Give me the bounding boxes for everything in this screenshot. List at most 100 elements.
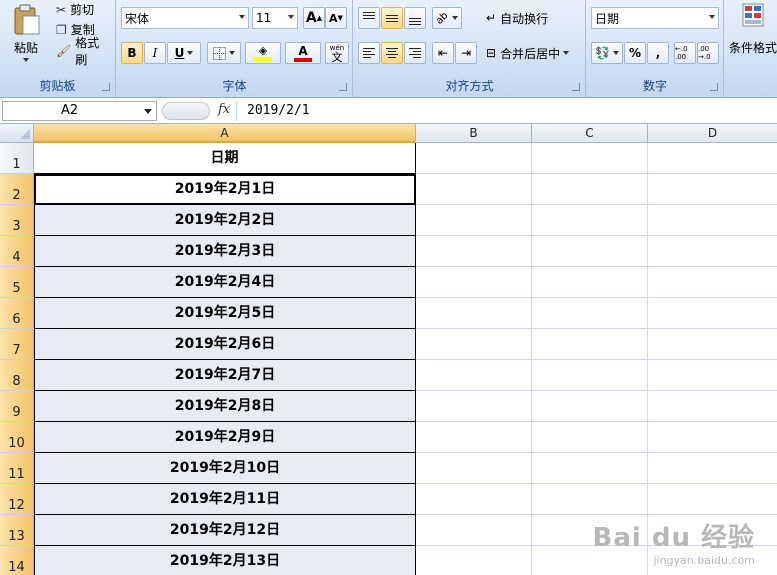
italic-icon: I (152, 46, 158, 60)
date-cell[interactable]: 2019年2月3日 (34, 236, 416, 267)
row-number: 9 (12, 405, 21, 420)
shrink-font-icon: A (329, 11, 338, 25)
font-name-value: 宋体 (125, 11, 150, 26)
ribbon: 粘贴 ✂ 剪切 ❐ 复制 🖌 格式刷 剪贴板 宋体 11 A ▲ A ▼ B I U (0, 0, 777, 98)
date-cell[interactable]: 2019年2月4日 (34, 267, 416, 298)
row-header[interactable]: 11 (0, 453, 34, 484)
conditional-format-button[interactable]: 条件格式 (727, 2, 777, 64)
row-header[interactable]: 4 (0, 236, 34, 267)
number-launcher-icon[interactable] (710, 83, 718, 91)
column-header-b[interactable]: B (416, 124, 532, 143)
gridline (416, 266, 777, 267)
paste-button[interactable]: 粘贴 (4, 2, 48, 64)
underline-button[interactable]: U (167, 42, 201, 64)
row-header[interactable]: 10 (0, 422, 34, 453)
align-top-button[interactable] (358, 7, 380, 29)
decrease-decimal-button[interactable]: .00 →.0 (697, 42, 719, 64)
date-cell[interactable]: 2019年2月10日 (34, 453, 416, 484)
date-cell[interactable]: 2019年2月7日 (34, 360, 416, 391)
paste-dropdown-icon[interactable] (23, 58, 29, 62)
date-cell[interactable]: 2019年2月8日 (34, 391, 416, 422)
row-header[interactable]: 6 (0, 298, 34, 329)
grow-font-button[interactable]: A ▲ (303, 7, 325, 29)
alignment-launcher-icon[interactable] (572, 83, 580, 91)
shrink-font-button[interactable]: A ▼ (325, 7, 347, 29)
date-cell[interactable]: 2019年2月2日 (34, 205, 416, 236)
cut-button[interactable]: ✂ 剪切 (52, 0, 98, 19)
gridline (416, 297, 777, 298)
column-header-c[interactable]: C (532, 124, 648, 143)
gridline (416, 359, 777, 360)
align-bottom-button[interactable] (404, 7, 426, 29)
formula-bar-resize-handle[interactable] (162, 102, 210, 120)
accounting-format-button[interactable]: 💱 (591, 42, 623, 64)
row-header[interactable]: 1 (0, 143, 34, 174)
bold-button[interactable]: B (121, 42, 143, 64)
gridline (416, 483, 777, 484)
row-header[interactable]: 5 (0, 267, 34, 298)
date-cell[interactable]: 2019年2月13日 (34, 546, 416, 575)
column-header-a[interactable]: A (34, 124, 416, 143)
gridline (416, 514, 777, 515)
row-header[interactable]: 7 (0, 329, 34, 360)
italic-button[interactable]: I (144, 42, 166, 64)
decrease-indent-button[interactable]: ⇤ (432, 42, 454, 64)
format-painter-button[interactable]: 🖌 格式刷 (52, 36, 115, 67)
phonetic-guide-button[interactable]: wén 文 (325, 42, 349, 64)
row-header[interactable]: 14 (0, 546, 34, 575)
font-name-combo[interactable]: 宋体 (121, 7, 249, 29)
wrap-text-button[interactable]: ↵ 自动换行 (482, 7, 552, 29)
row-number: 10 (8, 436, 25, 451)
insert-function-icon[interactable]: fx (218, 102, 230, 117)
percent-style-button[interactable]: % (624, 42, 646, 64)
row-header[interactable]: 8 (0, 360, 34, 391)
date-cell[interactable]: 2019年2月6日 (34, 329, 416, 360)
paint-bucket-icon: ◈ (258, 44, 268, 57)
align-middle-button[interactable] (381, 7, 403, 29)
column-header-d[interactable]: D (648, 124, 777, 143)
decrease-indent-icon: ⇤ (437, 46, 449, 60)
wrap-text-label: 自动换行 (500, 11, 549, 26)
align-right-button[interactable] (404, 42, 426, 64)
font-color-button[interactable]: A (285, 42, 321, 64)
chevron-down-icon[interactable] (144, 109, 152, 114)
align-left-icon (363, 48, 375, 58)
fill-color-button[interactable]: ◈ (245, 42, 281, 64)
font-launcher-icon[interactable] (339, 83, 347, 91)
paste-icon (14, 4, 40, 35)
row-header[interactable]: 13 (0, 515, 34, 546)
select-all-button[interactable] (0, 124, 34, 143)
row-header[interactable]: 12 (0, 484, 34, 515)
row-header[interactable]: 2 (0, 174, 34, 205)
date-cell[interactable]: 2019年2月11日 (34, 484, 416, 515)
gridline (416, 235, 777, 236)
increase-indent-button[interactable]: ⇥ (455, 42, 477, 64)
merge-cells-icon: ⊟ (486, 46, 497, 60)
align-center-button[interactable] (381, 42, 403, 64)
font-group: 宋体 11 A ▲ A ▼ B I U ◈ A wén 文 字体 (117, 0, 353, 97)
chevron-down-icon (288, 15, 294, 19)
cut-label: 剪切 (70, 3, 95, 17)
orientation-button[interactable]: ab (432, 7, 462, 29)
header-cell-a1[interactable]: 日期 (34, 143, 416, 174)
date-cell[interactable]: 2019年2月1日 (34, 174, 416, 205)
align-left-button[interactable] (358, 42, 380, 64)
increase-decimal-button[interactable]: ←.0 .00 (674, 42, 696, 64)
formula-input[interactable]: 2019/2/1 (236, 101, 777, 121)
font-size-combo[interactable]: 11 (252, 7, 298, 29)
borders-button[interactable] (207, 42, 241, 64)
copy-icon: ❐ (56, 22, 67, 37)
gridline (416, 328, 777, 329)
clipboard-launcher-icon[interactable] (102, 83, 110, 91)
number-format-combo[interactable]: 日期 (591, 7, 719, 29)
align-right-icon (409, 48, 421, 58)
row-header[interactable]: 9 (0, 391, 34, 422)
name-box[interactable]: A2 (2, 101, 157, 121)
comma-style-button[interactable]: , (647, 42, 669, 64)
date-cell[interactable]: 2019年2月5日 (34, 298, 416, 329)
row-header[interactable]: 3 (0, 205, 34, 236)
merge-center-button[interactable]: ⊟ 合并后居中 (482, 42, 573, 64)
date-cell[interactable]: 2019年2月12日 (34, 515, 416, 546)
worksheet-grid[interactable]: A B C D 1 日期 2 2019年2月1日 3 2019年2月2日 4 2019年2月3… (0, 124, 777, 575)
date-cell[interactable]: 2019年2月9日 (34, 422, 416, 453)
